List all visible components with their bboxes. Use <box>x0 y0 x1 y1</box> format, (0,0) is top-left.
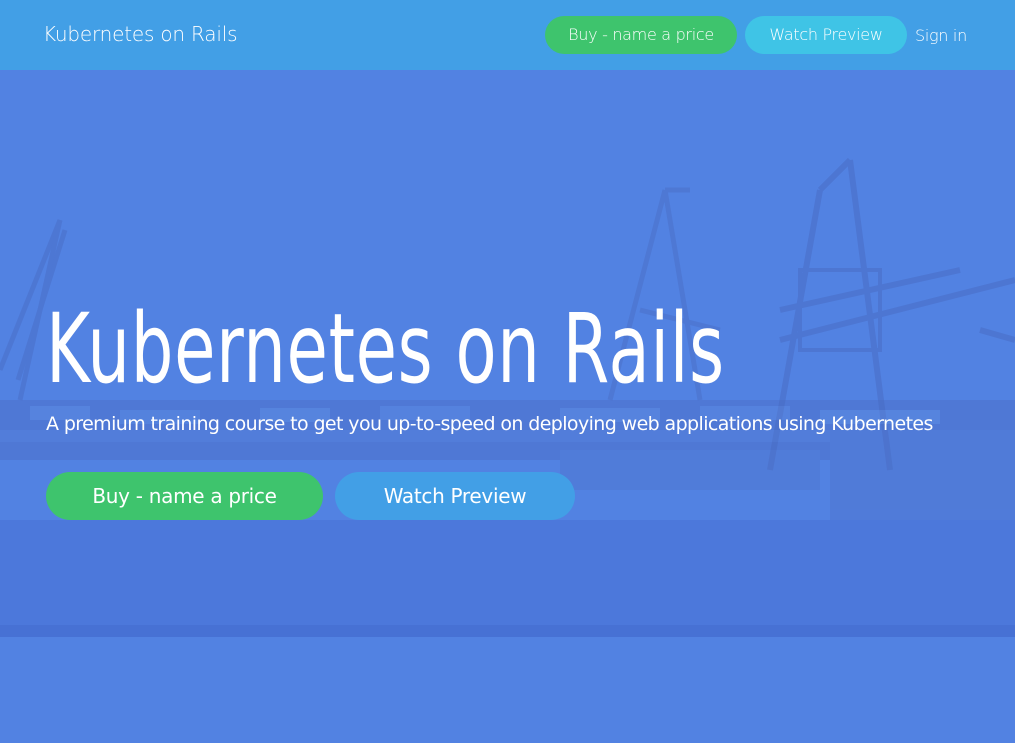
port-cranes-background-image <box>0 70 1015 743</box>
navbar: Kubernetes on Rails Buy - name a price W… <box>0 0 1015 70</box>
hero-section: Kubernetes on Rails A premium training c… <box>0 70 1015 743</box>
sign-in-link[interactable]: Sign in <box>915 26 967 45</box>
nav-watch-preview-button[interactable]: Watch Preview <box>745 16 907 54</box>
hero-subtitle: A premium training course to get you up-… <box>46 413 933 435</box>
hero-watch-preview-button[interactable]: Watch Preview <box>335 472 575 520</box>
hero-buy-button[interactable]: Buy - name a price <box>46 472 323 520</box>
brand-link[interactable]: Kubernetes on Rails <box>43 22 237 46</box>
nav-buy-button[interactable]: Buy - name a price <box>545 16 737 54</box>
hero-title: Kubernetes on Rails <box>46 293 725 405</box>
